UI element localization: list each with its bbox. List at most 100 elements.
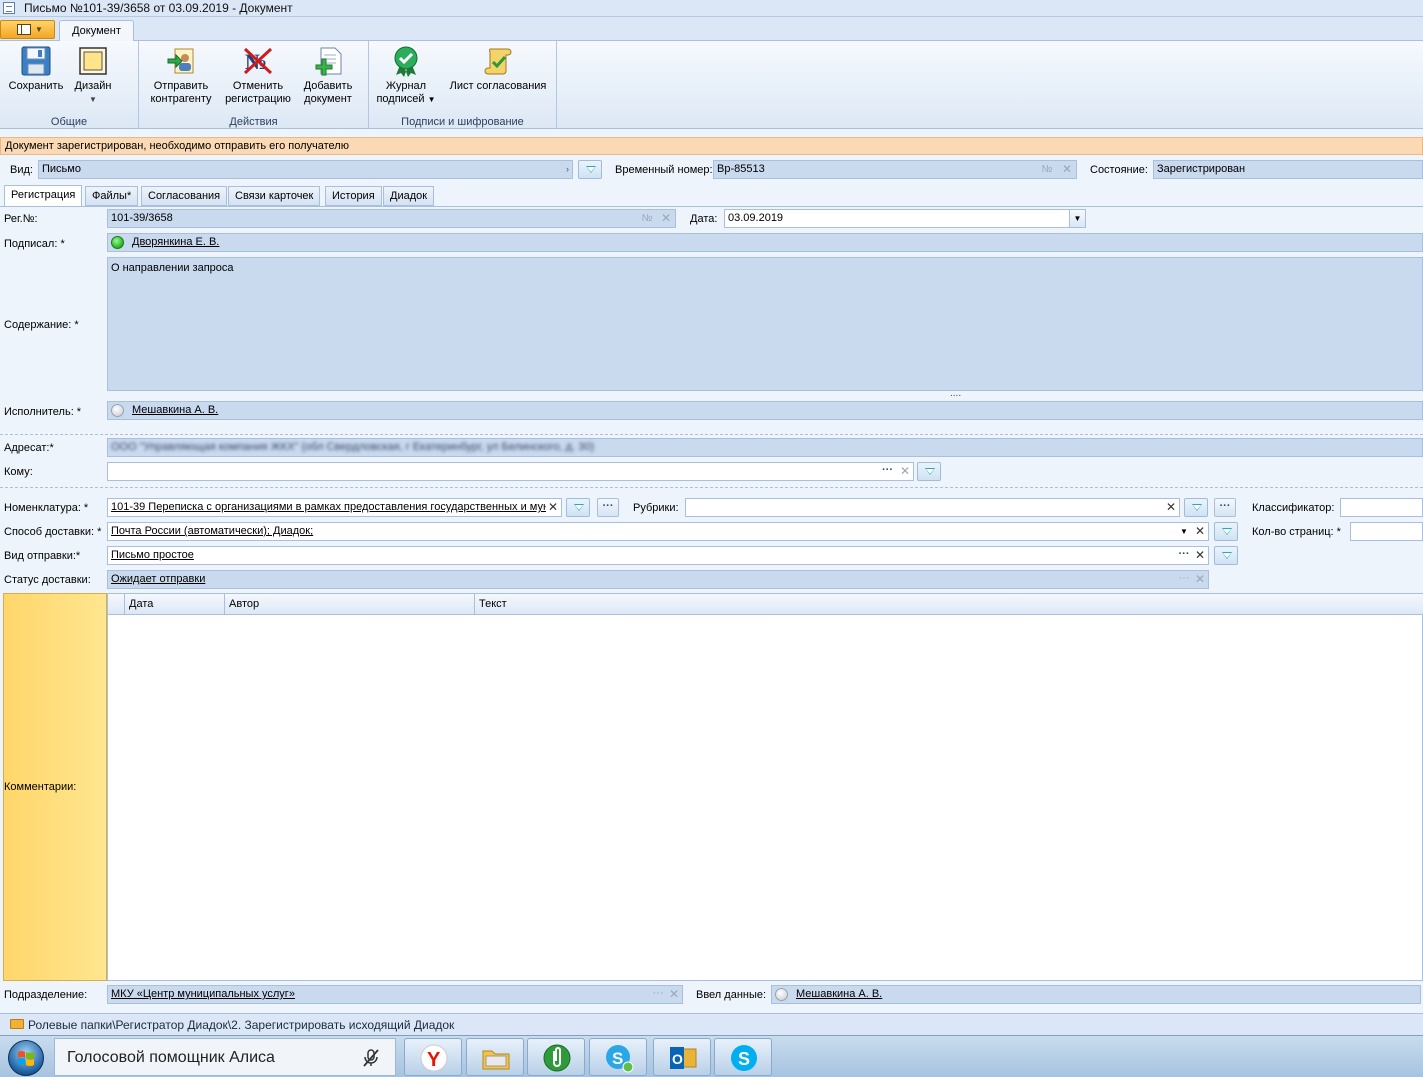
nomenclature-dropdown-button[interactable]: [566, 498, 590, 517]
to-field[interactable]: ··· ✕: [107, 462, 914, 481]
send-type-field[interactable]: Письмо простое ··· ✕: [107, 546, 1209, 565]
ellipsis-icon[interactable]: ···: [879, 463, 896, 480]
column-header-author[interactable]: Автор: [224, 594, 474, 614]
voice-assistant-box[interactable]: Голосовой помощник Алиса: [54, 1038, 396, 1076]
skype-icon: S: [606, 1045, 634, 1073]
skype-icon: S: [731, 1045, 757, 1071]
content-label: Содержание: *: [4, 319, 79, 331]
addressee-field[interactable]: ООО "Управляющая компания ЖКХ" (обл Свер…: [107, 438, 1423, 457]
approval-sheet-button[interactable]: Лист согласования: [447, 45, 549, 93]
svg-text:S: S: [738, 1049, 750, 1069]
taskbar-outlook[interactable]: O: [653, 1038, 711, 1076]
taskbar-green-app[interactable]: [527, 1038, 585, 1076]
taskbar-skype[interactable]: S: [714, 1038, 772, 1076]
date-value: 03.09.2019: [728, 212, 784, 224]
pages-count-field[interactable]: [1350, 522, 1423, 541]
journal-label-2: подписей: [376, 93, 425, 105]
tab-files[interactable]: Файлы*: [85, 186, 139, 206]
chevron-down-icon: ▼: [427, 95, 436, 104]
section-separator: [0, 487, 1423, 488]
delivery-dropdown-button[interactable]: [1214, 522, 1238, 541]
temp-number-field[interactable]: Вр-85513 № ✕: [713, 160, 1077, 179]
classifier-field[interactable]: [1340, 498, 1423, 517]
division-field[interactable]: МКУ «Центр муниципальных услуг» ··· ✕: [107, 985, 683, 1004]
to-dropdown-button[interactable]: [917, 462, 941, 481]
kind-dropdown-button[interactable]: [578, 160, 602, 179]
taskbar-yandex-browser[interactable]: Y: [404, 1038, 462, 1076]
delivery-status-label: Статус доставки:: [4, 574, 91, 586]
clear-icon[interactable]: ✕: [1164, 499, 1178, 516]
add-document-icon: [312, 45, 344, 77]
tab-diadoc[interactable]: Диадок: [383, 186, 435, 206]
delivery-method-value: Почта России (автоматически); Диадок;: [111, 525, 314, 537]
add-label-1: Добавить: [303, 80, 353, 92]
entered-by-field: Мешавкина А. В.: [771, 985, 1421, 1004]
kind-field[interactable]: Письмо ›: [38, 160, 573, 179]
clear-icon[interactable]: ✕: [546, 499, 560, 516]
rubrics-field[interactable]: ✕: [685, 498, 1180, 517]
group-label-actions: Действия: [229, 116, 278, 128]
add-document-button[interactable]: Добавить документ: [299, 45, 357, 106]
clear-icon[interactable]: ✕: [1193, 547, 1207, 564]
folder-path[interactable]: Ролевые папки\Регистратор Диадок\2. Заре…: [28, 1018, 454, 1032]
journal-label-2-row: подписей ▼: [375, 93, 437, 106]
send-label-2: контрагенту: [150, 93, 212, 105]
nomenclature-ellipsis-button[interactable]: ···: [597, 498, 619, 517]
design-button[interactable]: Дизайн ▼: [70, 45, 116, 106]
clear-icon: ✕: [1194, 572, 1206, 586]
division-value: МКУ «Центр муниципальных услуг»: [111, 988, 295, 1000]
folder-icon: [10, 1019, 24, 1029]
signed-field[interactable]: Дворянкина Е. В.: [107, 233, 1423, 252]
journal-label-1: Журнал: [385, 80, 427, 92]
signature-journal-button[interactable]: Журнал подписей ▼: [375, 45, 437, 106]
reg-number-value: 101-39/3658: [111, 212, 173, 224]
calendar-dropdown-icon[interactable]: ▼: [1069, 210, 1085, 227]
send-to-counterparty-button[interactable]: Отправить контрагенту: [147, 45, 215, 106]
clear-icon: ✕: [668, 987, 680, 1001]
save-button[interactable]: Сохранить: [6, 45, 66, 93]
tab-registration[interactable]: Регистрация: [4, 185, 83, 207]
executor-label: Исполнитель: *: [4, 406, 82, 418]
delivery-method-field[interactable]: Почта России (автоматически); Диадок; ▼ …: [107, 522, 1209, 541]
tab-divider: [0, 206, 1423, 207]
group-label-general: Общие: [50, 116, 88, 128]
row-indicator-header: [108, 594, 124, 614]
rubrics-ellipsis-button[interactable]: ···: [1214, 498, 1236, 517]
comments-grid[interactable]: Дата Автор Текст: [107, 593, 1423, 981]
executor-field[interactable]: Мешавкина А. В.: [107, 401, 1423, 420]
nomenclature-field[interactable]: 101-39 Переписка с организациями в рамка…: [107, 498, 562, 517]
reg-number-field[interactable]: 101-39/3658 № ✕: [107, 209, 676, 228]
ribbon-group-general: Сохранить Дизайн ▼ Общие: [0, 41, 139, 129]
ellipsis-icon[interactable]: ···: [1177, 547, 1191, 564]
save-label: Сохранить: [8, 80, 64, 92]
ribbon-tab-document[interactable]: Документ: [59, 20, 134, 42]
chevron-down-icon[interactable]: ▼: [1177, 523, 1191, 540]
tab-card-links[interactable]: Связи карточек: [228, 186, 321, 206]
tab-history[interactable]: История: [325, 186, 382, 206]
cancel-registration-button[interactable]: № Отменить регистрацию: [223, 45, 293, 106]
cancel-label-1: Отменить: [232, 80, 284, 92]
outlook-icon: O: [670, 1047, 697, 1069]
column-header-date[interactable]: Дата: [124, 594, 224, 614]
resize-grip-icon[interactable]: ....: [950, 388, 961, 399]
date-field[interactable]: 03.09.2019 ▼: [724, 209, 1086, 228]
design-label: Дизайн: [74, 80, 112, 92]
clear-icon[interactable]: ✕: [1193, 523, 1207, 540]
clear-icon[interactable]: ✕: [898, 463, 912, 480]
status-bar: Ролевые папки\Регистратор Диадок\2. Заре…: [0, 1013, 1423, 1035]
content-textarea[interactable]: О направлении запроса: [107, 257, 1423, 391]
app-menu-button[interactable]: ▼: [0, 20, 55, 39]
status-grey-icon: [775, 988, 788, 1001]
comments-grid-header: Дата Автор Текст: [108, 594, 1423, 615]
microphone-muted-icon[interactable]: [361, 1048, 381, 1068]
taskbar-file-explorer[interactable]: [466, 1038, 524, 1076]
status-grey-icon: [111, 404, 124, 417]
send-type-dropdown-button[interactable]: [1214, 546, 1238, 565]
start-button[interactable]: [2, 1037, 50, 1077]
taskbar-skype-business[interactable]: S: [589, 1038, 647, 1076]
number-cancel-icon: №: [242, 45, 274, 77]
ribbon-group-signatures: Журнал подписей ▼ Лист согласования Подп…: [369, 41, 557, 129]
column-header-text[interactable]: Текст: [474, 594, 1423, 614]
rubrics-dropdown-button[interactable]: [1184, 498, 1208, 517]
tab-approvals[interactable]: Согласования: [141, 186, 228, 206]
